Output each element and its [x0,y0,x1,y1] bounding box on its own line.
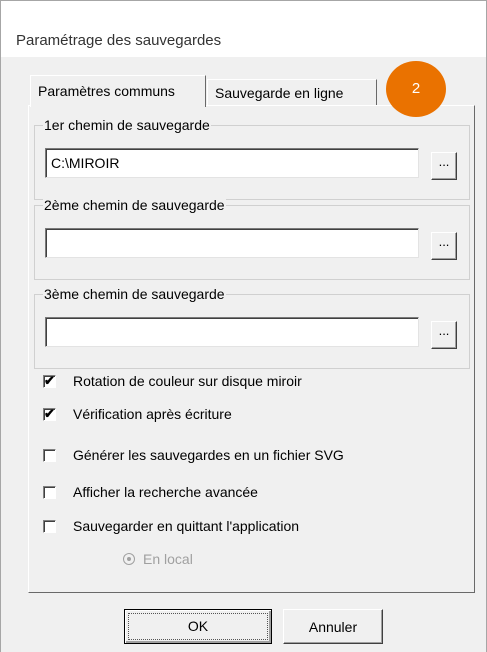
path-group-3-label: 3ème chemin de sauvegarde [43,286,226,302]
path-2-input[interactable] [45,228,419,258]
option-mirror-color-rotation[interactable]: ✔ Rotation de couleur sur disque miroir [43,372,302,390]
verify-after-write-checkbox[interactable]: ✔ [43,405,56,421]
mirror-color-rotation-label: Rotation de couleur sur disque miroir [73,373,302,389]
browse-path-1-button[interactable]: ... [431,152,457,180]
option-local-radio[interactable]: En local [123,551,193,567]
title-bar: Paramétrage des sauvegardes [1,1,486,57]
cancel-button-label: Annuler [308,619,358,635]
check-mark-icon: ✔ [44,372,55,388]
verify-after-write-label: Vérification après écriture [73,406,232,422]
advanced-search-label: Afficher la recherche avancée [73,484,258,500]
cancel-button[interactable]: Annuler [283,609,383,644]
local-radio-button[interactable] [123,553,135,565]
browse-path-3-button[interactable]: ... [431,321,457,349]
local-radio-label: En local [143,551,193,567]
path-3-input[interactable] [45,317,419,347]
option-verify-after-write[interactable]: ✔ Vérification après écriture [43,405,232,423]
option-advanced-search[interactable]: Afficher la recherche avancée [43,483,258,501]
ok-button-label: OK [187,618,209,634]
path-1-input[interactable] [45,148,419,178]
path-group-1: 1er chemin de sauvegarde ... [34,117,470,200]
radio-dot-icon [127,557,131,561]
browse-path-2-button[interactable]: ... [431,232,457,260]
backup-on-exit-label: Sauvegarder en quittant l'application [73,518,300,534]
single-svg-file-label: Générer les sauvegardes en un fichier SV… [73,447,344,463]
path-group-3: 3ème chemin de sauvegarde ... [34,286,470,369]
path-group-2-label: 2ème chemin de sauvegarde [43,197,226,213]
advanced-search-checkbox[interactable] [43,485,56,499]
path-group-2: 2ème chemin de sauvegarde ... [34,197,470,280]
tab-online-backup-label: Sauvegarde en ligne [215,85,344,101]
ok-button[interactable]: OK [124,609,272,644]
option-single-svg-file[interactable]: Générer les sauvegardes en un fichier SV… [43,446,344,464]
dialog-title: Paramétrage des sauvegardes [16,32,222,49]
backup-on-exit-checkbox[interactable] [43,519,56,533]
tab-common-settings-label: Paramètres communs [38,83,175,99]
tab-online-backup[interactable]: Sauvegarde en ligne [207,79,377,105]
path-group-1-label: 1er chemin de sauvegarde [43,117,211,133]
check-mark-icon: ✔ [44,405,55,421]
single-svg-file-checkbox[interactable] [43,448,56,462]
tab-common-settings[interactable]: Paramètres communs [30,75,206,107]
option-backup-on-exit[interactable]: Sauvegarder en quittant l'application [43,517,299,535]
step-badge: 2 [386,61,446,117]
mirror-color-rotation-checkbox[interactable]: ✔ [43,372,56,388]
backup-settings-dialog: Paramétrage des sauvegardes Paramètres c… [0,0,487,652]
